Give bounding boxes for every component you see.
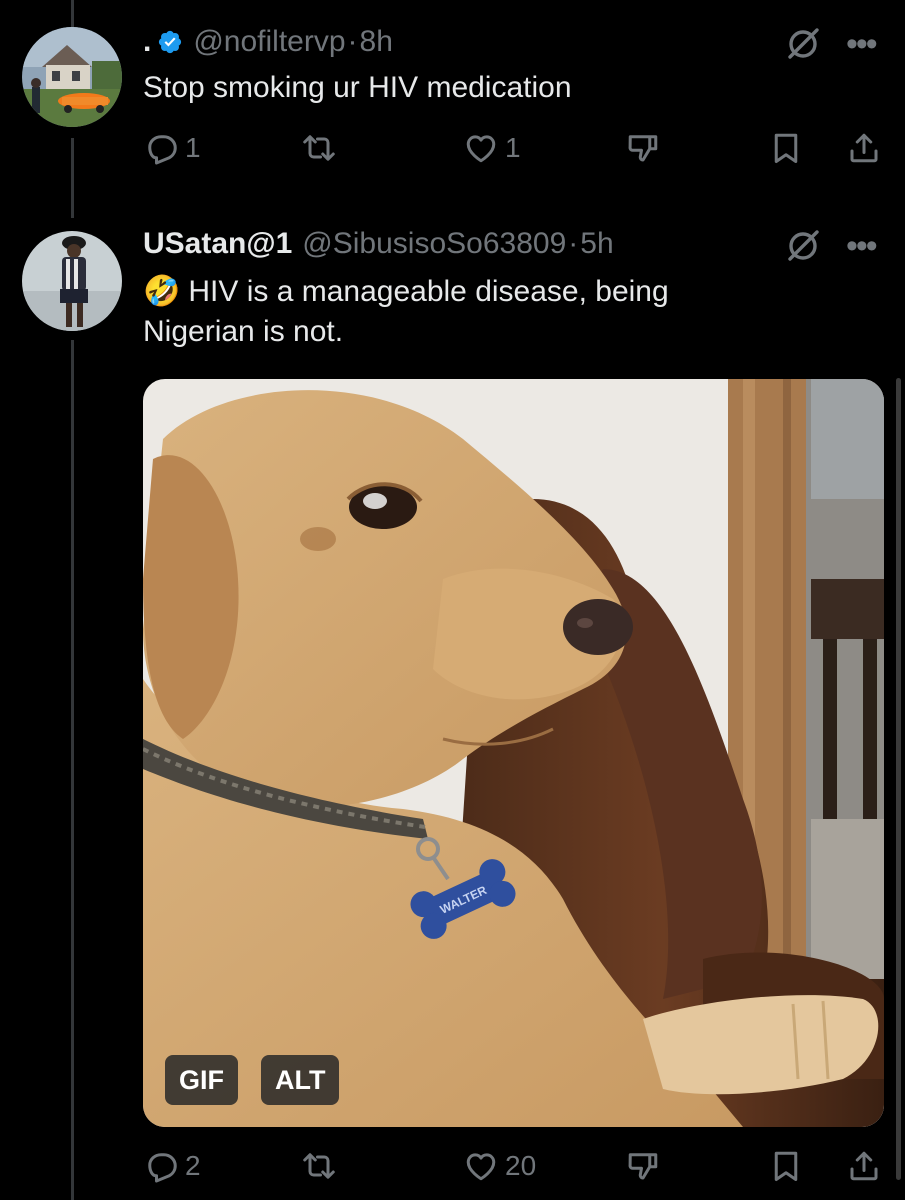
gif-image-dog: WALTER bbox=[143, 379, 884, 1127]
reply-button[interactable]: 2 bbox=[143, 1148, 201, 1184]
like-icon bbox=[466, 1153, 496, 1181]
avatar[interactable] bbox=[22, 231, 122, 331]
share-icon bbox=[850, 133, 878, 163]
tweet-text-line-2: Nigerian is not. bbox=[143, 315, 344, 348]
timestamp[interactable]: 8h bbox=[360, 24, 393, 60]
bookmark-button[interactable] bbox=[768, 1148, 804, 1184]
repost-icon bbox=[303, 1153, 335, 1179]
handle[interactable]: @SibusisoSo63809 bbox=[302, 226, 566, 262]
alt-badge[interactable]: ALT bbox=[261, 1055, 340, 1105]
like-icon bbox=[466, 135, 496, 163]
dislike-icon bbox=[628, 135, 658, 162]
tweet-text-part-1: HIV is a manageable disease, being bbox=[188, 275, 669, 308]
like-button[interactable]: 20 bbox=[463, 1148, 536, 1184]
tweet-header: USatan@1 @SibusisoSo63809 · 5h bbox=[143, 226, 614, 262]
reply-icon bbox=[148, 1153, 177, 1183]
thread-line-top bbox=[71, 0, 74, 28]
reply-count: 1 bbox=[185, 132, 201, 163]
reply-icon bbox=[148, 135, 177, 165]
separator: · bbox=[568, 227, 579, 260]
share-button[interactable] bbox=[846, 1148, 882, 1184]
reply-button[interactable]: 1 bbox=[143, 130, 201, 166]
grok-icon[interactable] bbox=[784, 25, 822, 63]
avatar-image bbox=[22, 27, 122, 127]
avatar[interactable] bbox=[22, 27, 122, 127]
like-count: 1 bbox=[505, 132, 521, 163]
timestamp[interactable]: 5h bbox=[580, 226, 613, 262]
separator: · bbox=[347, 25, 358, 58]
tweet-text: 🤣 HIV is a manageable disease, being Nige… bbox=[143, 272, 863, 352]
tweet-text: Stop smoking ur HIV medication bbox=[143, 71, 572, 104]
repost-icon bbox=[303, 135, 335, 161]
reply-count: 2 bbox=[185, 1150, 201, 1181]
handle[interactable]: @nofiltervp bbox=[193, 24, 345, 60]
tweet-actions: 2 20 bbox=[143, 1148, 903, 1188]
tweet-header: . @nofiltervp · 8h bbox=[143, 24, 393, 60]
repost-button[interactable] bbox=[301, 1148, 343, 1184]
display-name[interactable]: USatan@1 bbox=[143, 226, 292, 262]
like-count: 20 bbox=[505, 1150, 537, 1181]
bookmark-button[interactable] bbox=[768, 130, 804, 166]
tweet-text-line-1: 🤣 HIV is a manageable disease, being bbox=[143, 272, 863, 312]
share-button[interactable] bbox=[846, 130, 882, 166]
dislike-icon bbox=[628, 1153, 658, 1180]
dislike-button[interactable] bbox=[625, 130, 661, 166]
display-name[interactable]: . bbox=[143, 24, 151, 60]
scrollbar[interactable] bbox=[896, 378, 901, 1180]
gif-badge[interactable]: GIF bbox=[165, 1055, 238, 1105]
grok-icon[interactable] bbox=[784, 227, 822, 265]
bookmark-icon bbox=[774, 1151, 798, 1181]
verified-badge-icon bbox=[159, 30, 182, 54]
more-icon[interactable]: ••• bbox=[846, 27, 878, 61]
bookmark-icon bbox=[774, 133, 798, 163]
repost-button[interactable] bbox=[301, 130, 343, 166]
thread-line-bottom bbox=[71, 340, 74, 1200]
tweet-actions: 1 1 bbox=[143, 130, 903, 170]
like-button[interactable]: 1 bbox=[463, 130, 521, 166]
more-icon[interactable]: ••• bbox=[846, 229, 878, 263]
share-icon bbox=[850, 1151, 878, 1181]
avatar-image bbox=[22, 231, 122, 331]
emoji-rofl: 🤣 bbox=[143, 275, 181, 308]
dislike-button[interactable] bbox=[625, 1148, 661, 1184]
thread-line-middle bbox=[71, 138, 74, 218]
tweet-media-gif[interactable]: WALTER bbox=[143, 379, 884, 1127]
timeline: . @nofiltervp · 8h ••• Stop smoking ur H… bbox=[0, 0, 905, 1200]
